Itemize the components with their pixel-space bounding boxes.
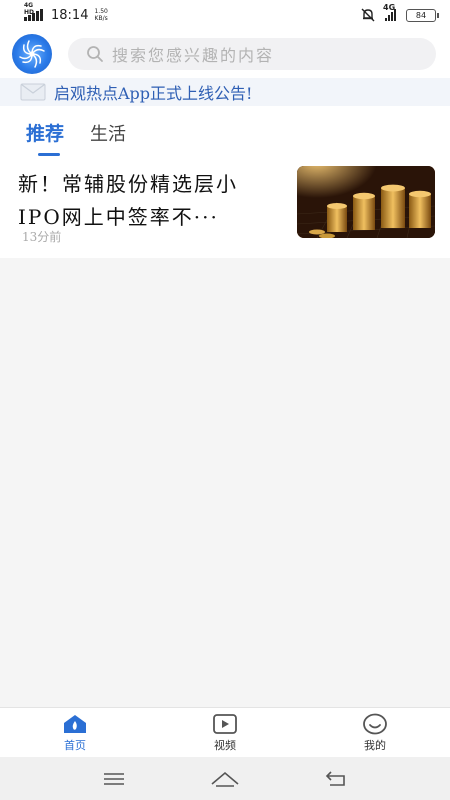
swirl-logo-icon (19, 40, 45, 68)
search-input[interactable]: 搜索您感兴趣的内容 (68, 38, 436, 70)
network-speed-value: 1.50 (94, 8, 108, 15)
nav-profile-label: 我的 (364, 738, 386, 752)
profile-icon (363, 713, 387, 734)
network-speed: 1.50 KB/s (94, 8, 107, 22)
app-logo[interactable] (12, 34, 52, 74)
bell-off-icon (361, 8, 375, 22)
home-button-icon[interactable] (210, 770, 240, 788)
nav-home-label: 首页 (64, 738, 86, 752)
battery-level: 84 (415, 10, 427, 20)
news-thumbnail[interactable] (297, 166, 435, 238)
bottom-navigation: 首页 视频 我的 (0, 707, 450, 757)
mail-icon (20, 83, 46, 101)
nav-video[interactable]: 视频 (150, 708, 300, 757)
nav-video-label: 视频 (214, 738, 236, 752)
back-icon[interactable] (324, 770, 348, 788)
category-tabs: 推荐 生活 (0, 106, 450, 156)
home-icon (64, 714, 86, 733)
search-icon (87, 46, 103, 62)
signal-icon: 4G HD (24, 2, 43, 21)
signal-icon-right: 4G (383, 3, 396, 21)
coin-stacks-image (297, 166, 435, 238)
tab-life[interactable]: 生活 (90, 120, 126, 156)
search-placeholder: 搜索您感兴趣的内容 (112, 46, 275, 65)
news-title[interactable]: 新！常辅股份精选层小IPO网上中签率不··· (18, 168, 278, 234)
status-left: 4G HD 18:14 1.50 KB/s (24, 2, 108, 23)
network-speed-unit: KB/s (94, 15, 108, 22)
status-bar: 4G HD 18:14 1.50 KB/s 4G 84 (0, 0, 450, 30)
menu-icon[interactable] (102, 771, 126, 787)
nav-home[interactable]: 首页 (0, 708, 150, 757)
network-type-right: 4G (383, 3, 396, 12)
notice-bar[interactable]: 启观热点App正式上线公告! (0, 78, 450, 106)
news-item[interactable]: 新！常辅股份精选层小IPO网上中签率不··· 13分前 (0, 166, 450, 258)
system-navigation-bar (0, 757, 450, 800)
status-time: 18:14 (51, 7, 89, 23)
notice-text: 启观热点App正式上线公告! (54, 84, 253, 103)
video-icon (213, 713, 237, 734)
content-panel: 推荐 生活 新！常辅股份精选层小IPO网上中签率不··· 13分前 (0, 106, 450, 258)
tab-recommend[interactable]: 推荐 (26, 119, 64, 156)
app-header: 搜索您感兴趣的内容 (0, 30, 450, 78)
battery-icon: 84 (406, 8, 439, 22)
nav-profile[interactable]: 我的 (300, 708, 450, 757)
status-right: 4G 84 (361, 3, 439, 22)
network-type-left: 4G HD (24, 2, 35, 16)
